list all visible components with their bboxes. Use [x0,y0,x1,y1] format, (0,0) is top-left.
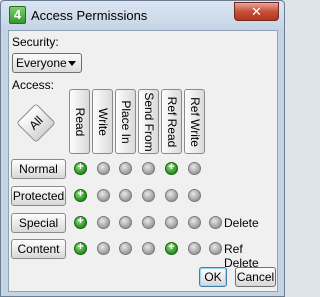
access-permissions-dialog: 4 Access Permissions ✕ Security: Everyon… [0,0,285,297]
column-header-button[interactable]: Write [92,89,113,154]
permission-off-icon[interactable] [97,242,110,255]
row-button[interactable]: Normal [11,159,66,179]
column-header-label: Read [72,107,87,136]
permission-off-icon[interactable] [188,242,201,255]
permission-off-icon[interactable] [165,189,178,202]
column-header-button[interactable]: Ref Write [184,89,205,154]
permission-off-icon[interactable] [165,216,178,229]
permission-on-icon[interactable] [165,161,178,175]
permission-off-icon[interactable] [97,189,110,202]
column-header-label: Ref Read [164,96,179,147]
permission-on-icon[interactable] [165,241,178,255]
permission-off-icon[interactable] [119,162,132,175]
security-dropdown[interactable]: Everyone [12,53,82,73]
title-bar: 4 Access Permissions ✕ [1,1,284,31]
permission-off-icon[interactable] [209,242,222,255]
permission-off-icon[interactable] [142,162,155,175]
extra-permission-label: Delete [224,216,259,230]
column-header-button[interactable]: Send From [138,89,159,154]
permission-off-icon[interactable] [188,162,201,175]
permission-on-icon[interactable] [74,188,87,202]
access-label: Access: [12,78,55,92]
security-selected-value: Everyone [16,56,67,70]
column-header-label: Write [95,107,110,136]
permission-off-icon[interactable] [119,216,132,229]
permission-off-icon[interactable] [119,242,132,255]
permission-off-icon[interactable] [188,189,201,202]
permission-on-icon[interactable] [74,215,87,229]
column-header-label: Send From [141,91,156,152]
dialog-client-area: Security: Everyone Access: All Read Write… [8,30,278,292]
column-header-button[interactable]: Place In [115,89,136,154]
row-button[interactable]: Content [11,239,66,259]
permission-off-icon[interactable] [142,242,155,255]
close-icon: ✕ [251,4,262,19]
column-header-button[interactable]: Ref Read [161,89,182,154]
permission-off-icon[interactable] [142,216,155,229]
permission-off-icon[interactable] [119,189,132,202]
window-title: Access Permissions [31,8,148,23]
security-label: Security: [12,35,59,49]
extra-permission-label: Ref Delete [224,242,259,270]
column-header-label: Ref Write [187,96,202,147]
row-button[interactable]: Protected [11,186,66,206]
permission-on-icon[interactable] [74,161,87,175]
cancel-button[interactable]: Cancel [235,267,276,287]
permission-on-icon[interactable] [74,241,87,255]
permission-off-icon[interactable] [209,216,222,229]
permission-off-icon[interactable] [97,162,110,175]
permission-off-icon[interactable] [188,216,201,229]
close-button[interactable]: ✕ [234,2,279,21]
chevron-down-icon [68,61,76,66]
column-header-button[interactable]: Read [69,89,90,154]
row-button[interactable]: Special [11,213,66,233]
all-button-label: All [26,113,46,133]
all-button[interactable]: All [16,103,56,143]
permission-off-icon[interactable] [97,216,110,229]
ok-button[interactable]: OK [199,267,227,287]
column-header-label: Place In [118,99,133,144]
app-icon: 4 [9,6,26,24]
permission-off-icon[interactable] [142,189,155,202]
